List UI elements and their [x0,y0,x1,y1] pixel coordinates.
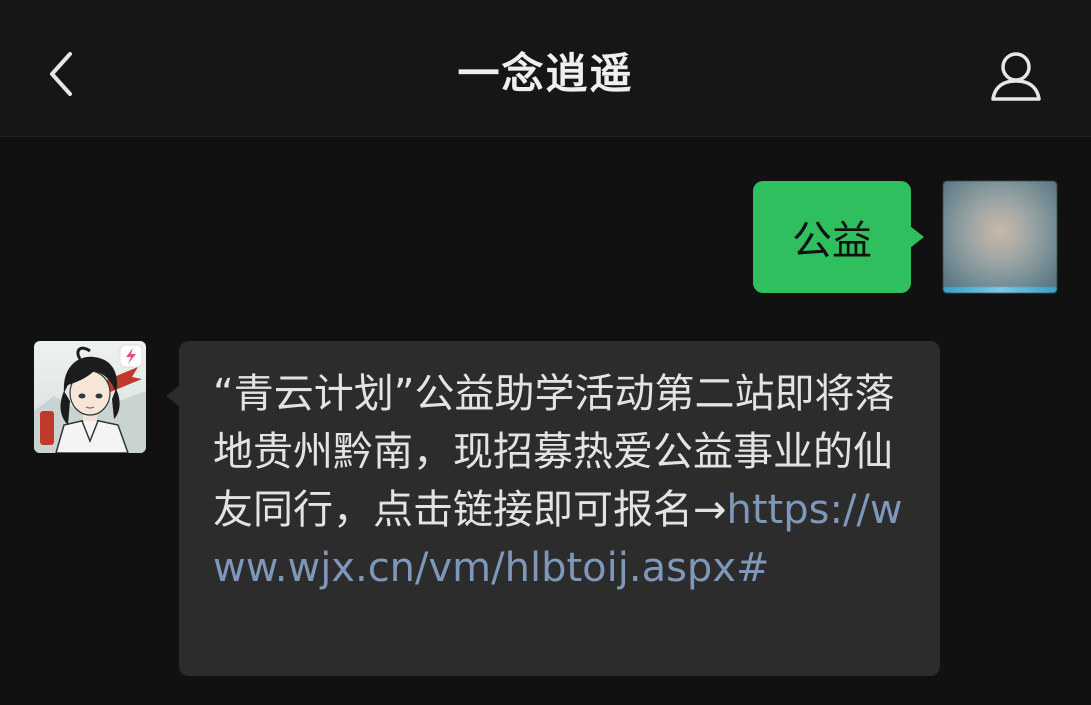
incoming-message-bubble[interactable]: “青云计划”公益助学活动第二站即将落地贵州黔南，现招募热爱公益事业的仙友同行，点… [166,341,940,676]
outgoing-message-text: 公益 [792,218,872,264]
outgoing-message-bubble[interactable]: 公益 [753,181,924,293]
person-icon [991,52,1041,101]
incoming-message-body: “青云计划”公益助学活动第二站即将落地贵州黔南，现招募热爱公益事业的仙友同行，点… [213,365,906,597]
character-avatar-icon [34,344,146,453]
chat-title: 一念逍遥 [457,49,634,98]
contact-avatar[interactable] [34,341,146,453]
my-avatar[interactable] [943,181,1057,293]
top-bar: 一念逍遥 [0,0,1091,137]
profile-button[interactable] [984,46,1048,106]
